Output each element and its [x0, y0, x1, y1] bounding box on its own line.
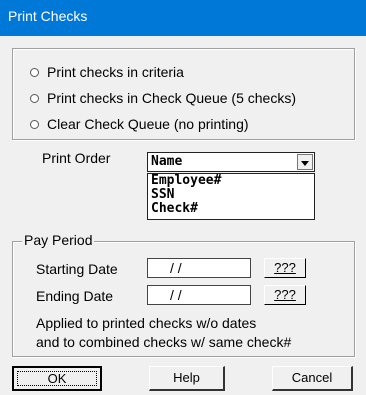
title-bar: Print Checks [0, 0, 366, 36]
ending-date-field[interactable]: / / [147, 285, 251, 305]
print-order-select[interactable]: Name [147, 152, 315, 172]
radio-label: Clear Check Queue (no printing) [47, 116, 249, 132]
radio-button[interactable] [30, 93, 39, 103]
radio-clear-queue[interactable]: Clear Check Queue (no printing) [30, 114, 249, 134]
pay-period-legend: Pay Period [22, 232, 95, 248]
focus-outline [17, 371, 97, 386]
radio-label: Print checks in Check Queue (5 checks) [47, 90, 296, 106]
print-order-listbox[interactable]: Employee# SSN Check# [147, 173, 315, 220]
window-title: Print Checks [8, 8, 88, 24]
chevron-down-icon[interactable] [297, 154, 313, 170]
radio-label: Print checks in criteria [47, 64, 184, 80]
list-item[interactable]: SSN [151, 188, 311, 202]
ending-date-lookup-button[interactable]: ??? [264, 285, 306, 305]
ending-date-label: Ending Date [36, 288, 114, 304]
pay-period-note-line1: Applied to printed checks w/o dates [36, 315, 257, 331]
radio-button[interactable] [30, 119, 39, 129]
cancel-button[interactable]: Cancel [272, 366, 353, 391]
print-order-selected: Name [151, 154, 183, 169]
pay-period-note-line2: and to combined checks w/ same check# [36, 334, 292, 350]
radio-print-queue[interactable]: Print checks in Check Queue (5 checks) [30, 88, 296, 108]
radio-print-criteria[interactable]: Print checks in criteria [30, 62, 184, 82]
starting-date-label: Starting Date [36, 261, 118, 277]
print-order-label: Print Order [42, 150, 111, 166]
list-item[interactable]: Check# [151, 202, 311, 216]
radio-button[interactable] [30, 67, 39, 77]
starting-date-lookup-button[interactable]: ??? [264, 258, 306, 278]
starting-date-field[interactable]: / / [147, 258, 251, 278]
help-button[interactable]: Help [149, 366, 225, 391]
ok-button[interactable]: OK [12, 366, 102, 391]
list-item[interactable]: Employee# [151, 174, 311, 188]
